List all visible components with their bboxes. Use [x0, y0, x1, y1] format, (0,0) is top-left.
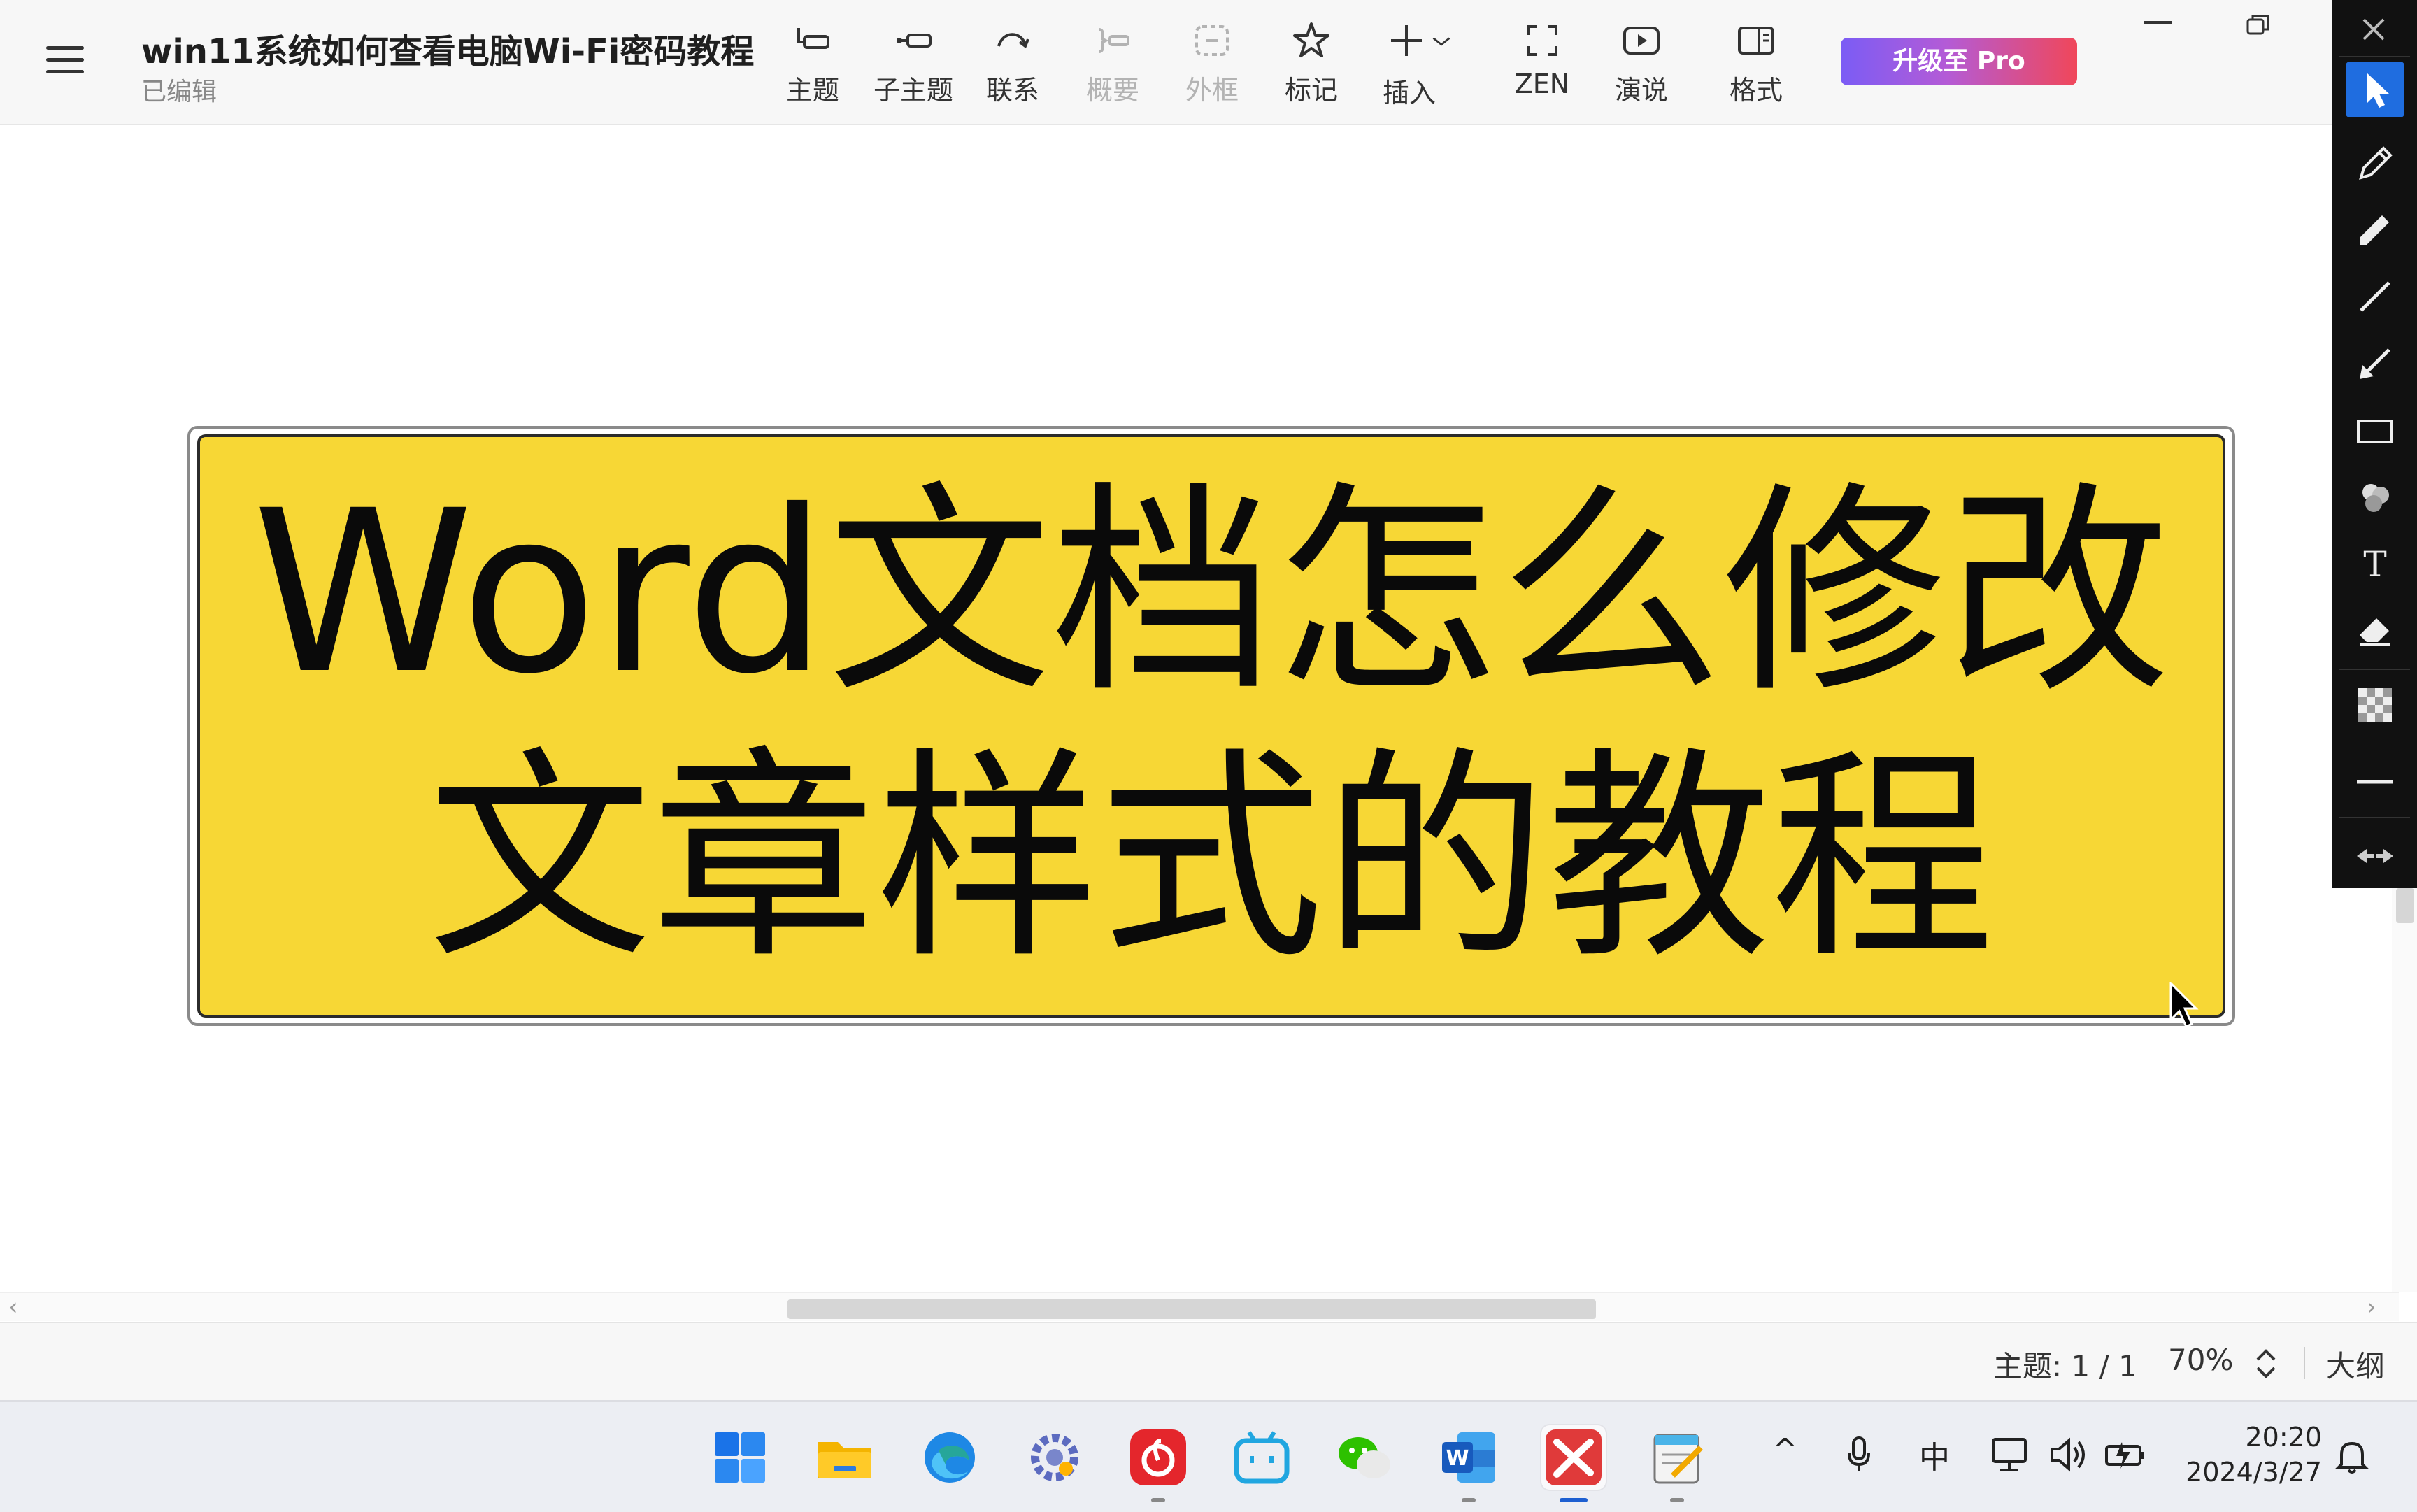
tool-topic-label: 主题 — [785, 75, 839, 106]
tool-relationship[interactable]: 联系 — [960, 21, 1065, 112]
line-icon[interactable] — [2346, 269, 2404, 324]
scroll-left-icon[interactable]: ‹ — [8, 1293, 18, 1321]
plus-icon — [1391, 25, 1423, 56]
volume-icon[interactable] — [2048, 1435, 2090, 1474]
summary-icon — [1098, 28, 1129, 53]
horizontal-scroll-thumb[interactable] — [787, 1299, 1596, 1319]
running-indicator — [1462, 1498, 1476, 1502]
restore-window-icon[interactable] — [2246, 14, 2270, 35]
ime-indicator[interactable]: 中 — [1919, 1432, 1950, 1477]
notification-bell-icon[interactable] — [2334, 1436, 2369, 1476]
clock-time: 20:20 — [2245, 1422, 2322, 1453]
central-topic[interactable]: Word文档怎么修改文章样式的教程 — [197, 434, 2225, 1018]
title-toolbar: win11系统如何查看电脑Wi-Fi密码教程 已编辑 主题 子主题 联系 概要 … — [0, 0, 2417, 125]
palette-divider — [2339, 669, 2410, 670]
running-indicator — [1151, 1498, 1165, 1502]
tool-insert-label: 插入 — [1382, 78, 1436, 108]
tool-insert[interactable]: 插入 — [1364, 21, 1476, 112]
zoom-level[interactable]: 70% — [2168, 1343, 2233, 1377]
tool-pitch[interactable]: 演说 — [1589, 21, 1694, 112]
tool-boundary-label: 外框 — [1185, 75, 1239, 106]
zoom-stepper-icon[interactable] — [2252, 1343, 2280, 1385]
star-icon — [1293, 22, 1329, 57]
tool-subtopic-label: 子主题 — [873, 75, 953, 106]
pencil-icon[interactable] — [2346, 136, 2404, 192]
palette-divider — [2339, 56, 2410, 57]
svg-text:W: W — [1446, 1446, 1469, 1471]
document-title: win11系统如何查看电脑Wi-Fi密码教程 — [141, 32, 755, 71]
windows-start-icon[interactable] — [708, 1425, 772, 1490]
tool-zen[interactable]: ZEN — [1490, 21, 1595, 112]
tool-format-label: 格式 — [1729, 75, 1783, 106]
palette-close-icon[interactable] — [2360, 15, 2388, 43]
mouse-cursor-icon — [2169, 982, 2199, 1029]
tool-pitch-label: 演说 — [1614, 75, 1668, 106]
file-explorer-icon[interactable] — [813, 1425, 877, 1490]
upgrade-pro-button[interactable]: 升级至 Pro — [1841, 38, 2077, 85]
annotation-palette: T — [2332, 0, 2417, 888]
color-blob-icon[interactable] — [2346, 469, 2404, 525]
tool-summary[interactable]: 概要 — [1060, 21, 1165, 112]
wechat-icon[interactable] — [1332, 1425, 1396, 1490]
central-topic-selection[interactable]: Word文档怎么修改文章样式的教程 — [187, 426, 2235, 1026]
clock-date: 2024/3/27 — [2186, 1457, 2322, 1488]
play-icon — [1623, 27, 1660, 55]
menu-hamburger-icon[interactable] — [46, 46, 84, 74]
tool-relationship-label: 联系 — [985, 75, 1039, 106]
settings-app-icon[interactable] — [1022, 1425, 1087, 1490]
subtopic-icon — [897, 34, 932, 48]
topic-count: 主题: 1 / 1 — [1993, 1349, 2137, 1383]
network-icon[interactable] — [1990, 1435, 2032, 1474]
topic-icon — [797, 28, 829, 49]
zen-icon — [1527, 25, 1557, 56]
bilibili-icon[interactable] — [1229, 1425, 1294, 1490]
outline-button[interactable]: 大纲 — [2326, 1343, 2385, 1385]
edge-icon[interactable] — [918, 1425, 982, 1490]
document-status: 已编辑 — [141, 78, 218, 106]
tool-boundary[interactable]: 外框 — [1160, 21, 1264, 112]
select-arrow-icon[interactable] — [2346, 62, 2404, 117]
central-topic-text[interactable]: Word文档怎么修改文章样式的教程 — [246, 460, 2176, 992]
netease-music-icon[interactable] — [1126, 1425, 1190, 1502]
transparency-icon[interactable] — [2346, 677, 2404, 733]
mindmap-canvas[interactable]: Word文档怎么修改文章样式的教程 — [0, 125, 2333, 1297]
eraser-icon[interactable] — [2346, 601, 2404, 657]
microphone-icon[interactable] — [1846, 1435, 1871, 1474]
battery-icon[interactable] — [2104, 1435, 2147, 1474]
chevron-down-icon — [1432, 37, 1450, 46]
windows-taskbar: W ^ 中 20:20 2024/3/27 — [0, 1400, 2417, 1512]
text-tool-icon[interactable]: T — [2346, 536, 2404, 592]
active-indicator — [1560, 1498, 1588, 1502]
format-panel-icon — [1738, 27, 1774, 55]
marker-icon[interactable] — [2346, 201, 2404, 257]
vertical-scrollbar[interactable] — [2392, 888, 2417, 1292]
stroke-width-icon[interactable] — [2346, 754, 2404, 810]
status-bar: 主题: 1 / 1 70% 大纲 — [0, 1322, 2417, 1400]
swap-side-icon[interactable] — [2346, 828, 2404, 877]
arrow-icon[interactable] — [2346, 336, 2404, 392]
boundary-icon — [1195, 25, 1229, 56]
scroll-right-icon[interactable]: › — [2367, 1293, 2376, 1321]
status-divider — [2304, 1347, 2305, 1379]
word-icon[interactable]: W — [1436, 1425, 1501, 1502]
vertical-scroll-thumb[interactable] — [2396, 888, 2414, 923]
tool-format[interactable]: 格式 — [1704, 21, 1809, 112]
svg-text:T: T — [2363, 544, 2386, 585]
tool-summary-label: 概要 — [1085, 75, 1139, 106]
tool-zen-label: ZEN — [1514, 69, 1570, 99]
tool-topic[interactable]: 主题 — [760, 21, 865, 112]
xmind-icon[interactable] — [1541, 1425, 1606, 1502]
relationship-icon — [997, 33, 1029, 49]
horizontal-scrollbar[interactable]: ‹ › — [0, 1292, 2399, 1321]
system-clock[interactable]: 20:20 2024/3/27 — [2182, 1420, 2322, 1490]
tool-subtopic[interactable]: 子主题 — [861, 21, 966, 112]
running-indicator — [1670, 1498, 1684, 1502]
minimize-icon[interactable] — [2144, 21, 2172, 24]
tray-overflow-chevron[interactable]: ^ — [1772, 1432, 1798, 1468]
rectangle-icon[interactable] — [2346, 403, 2404, 459]
notepad-icon[interactable] — [1645, 1425, 1709, 1502]
palette-divider — [2339, 817, 2410, 818]
